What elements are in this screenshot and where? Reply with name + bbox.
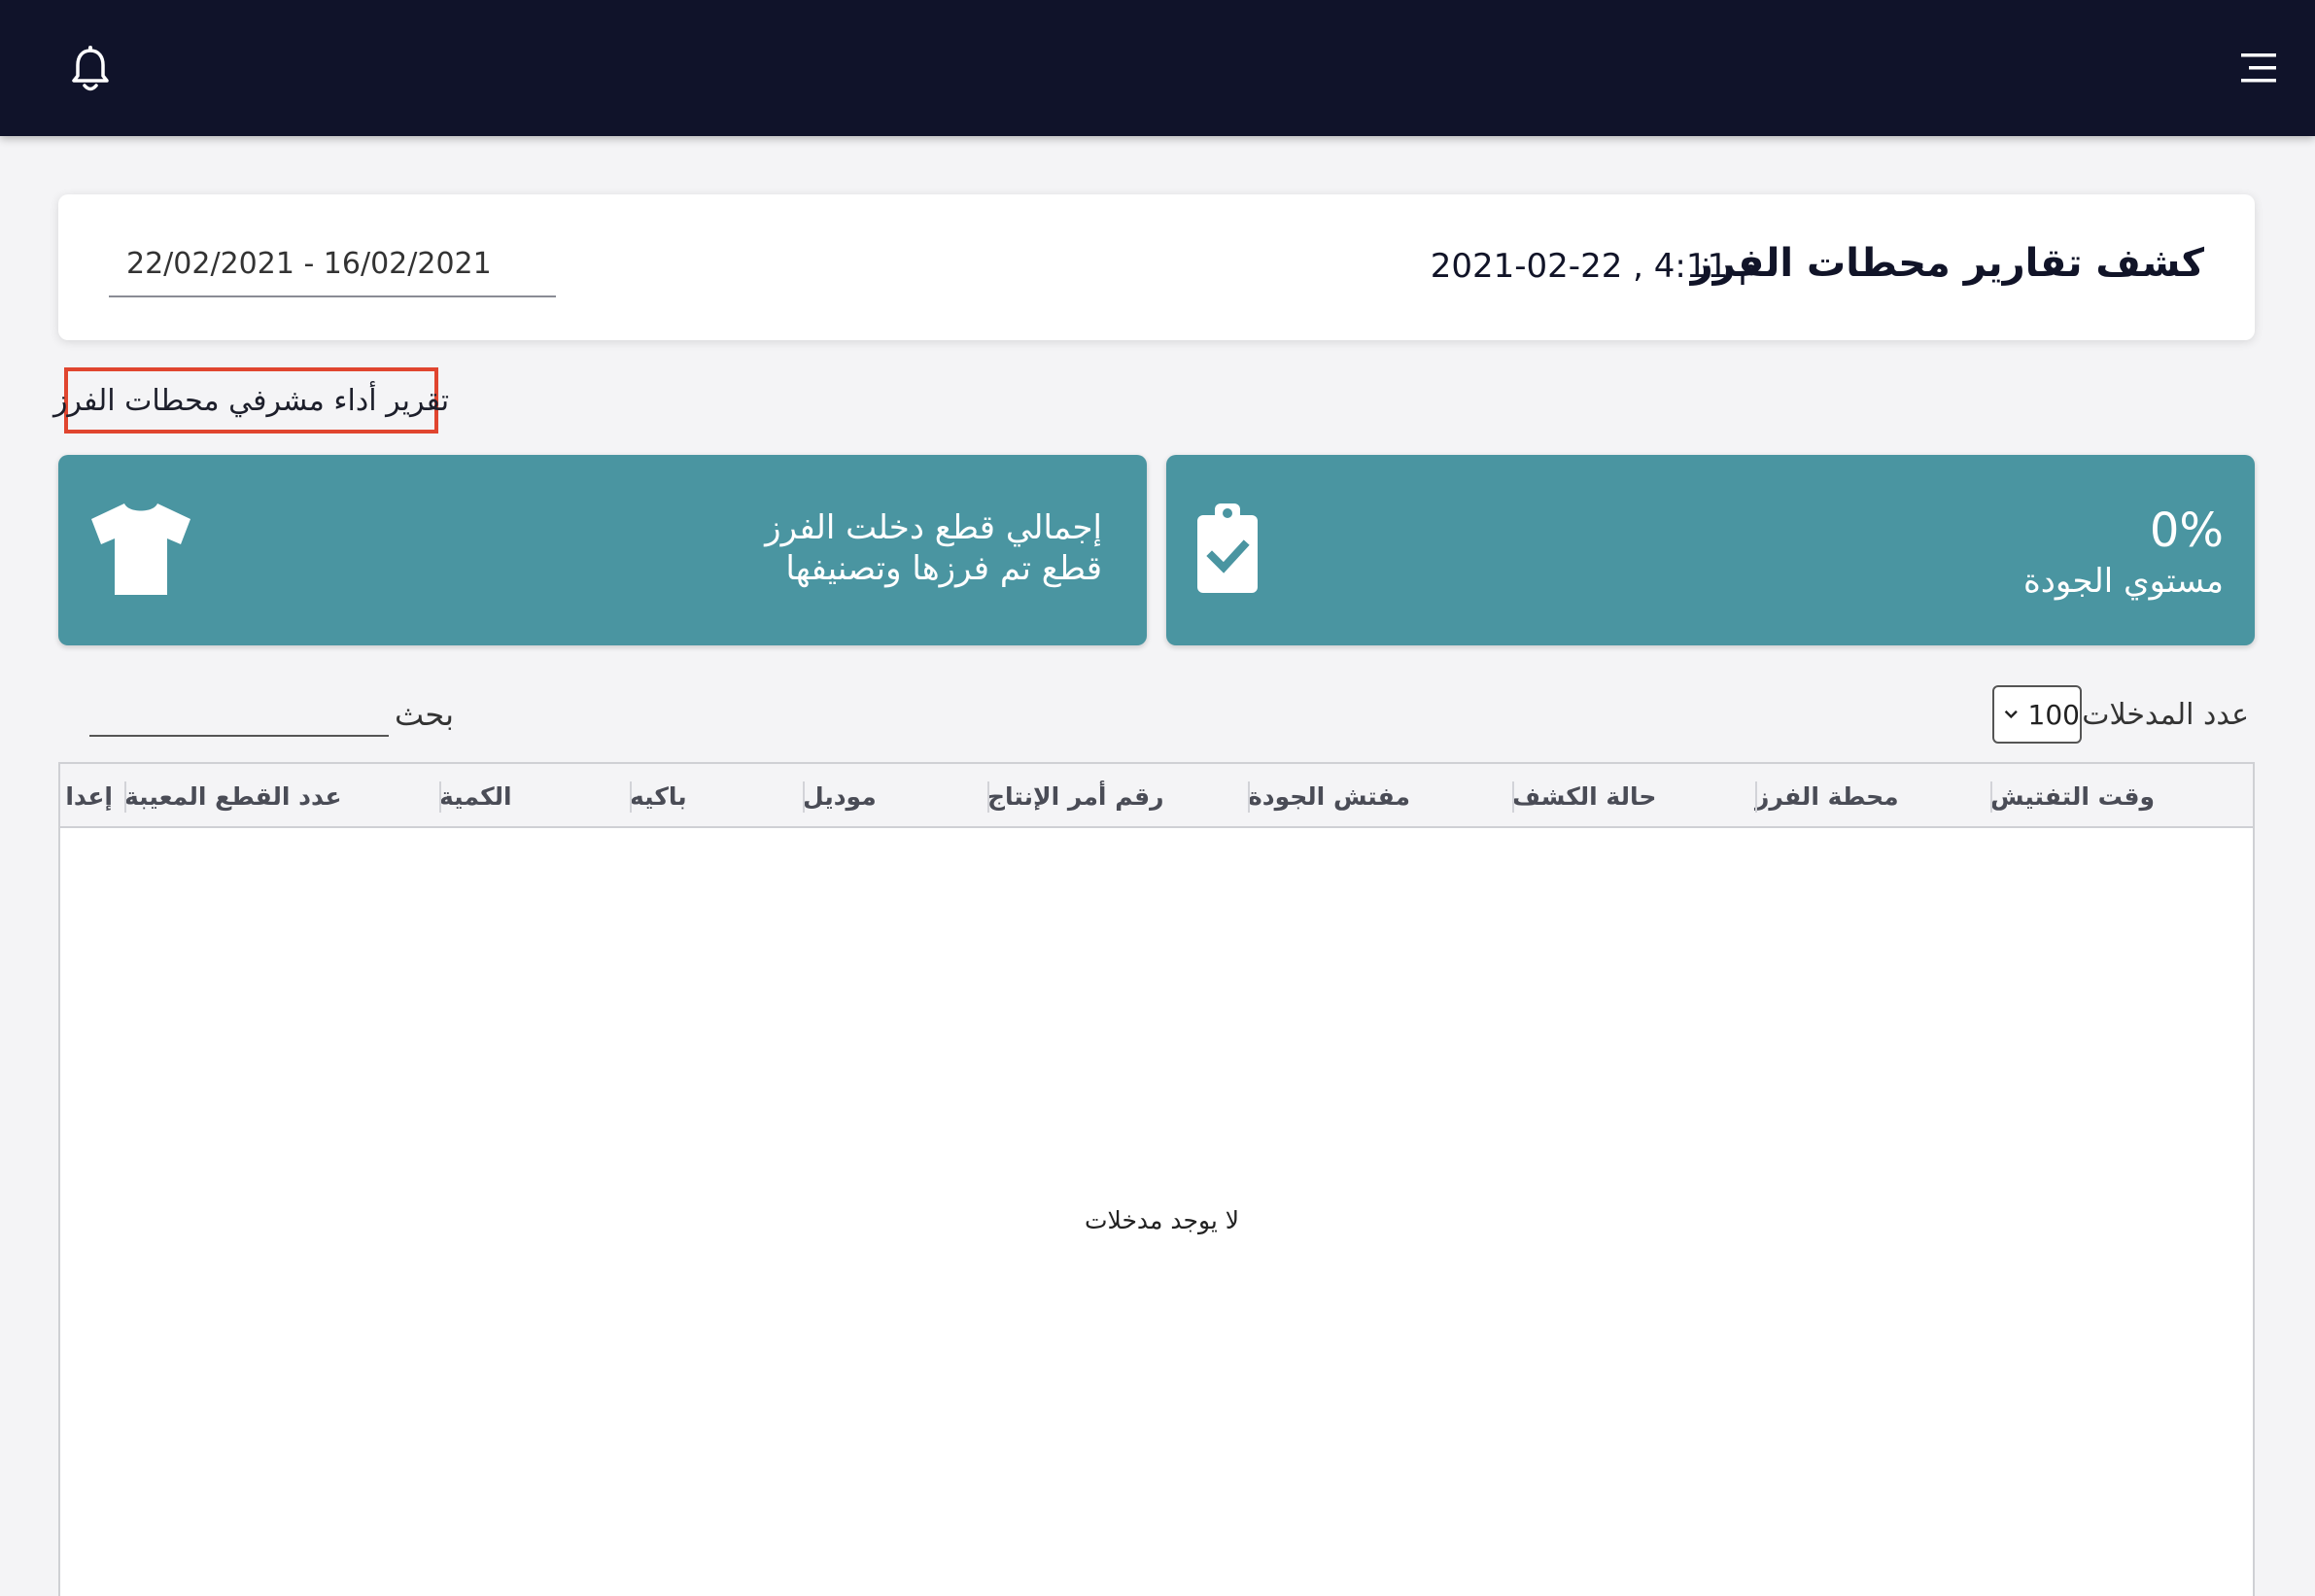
- clipboard-check-icon: [1197, 503, 1258, 593]
- bell-icon[interactable]: [70, 45, 111, 93]
- search-input[interactable]: [89, 692, 389, 737]
- column-model[interactable]: موديل: [803, 764, 987, 828]
- report-header-card: كشف تقارير محطات الفرز 2021-02-22 , 4:11…: [58, 194, 2255, 340]
- column-separator: [803, 781, 805, 813]
- column-separator: [124, 781, 126, 813]
- column-quality-inspector[interactable]: مفتش الجودة: [1248, 764, 1512, 828]
- column-package[interactable]: باكيه: [630, 764, 803, 828]
- column-separator: [1248, 781, 1250, 813]
- entries-count-label: عدد المدخلات: [2082, 698, 2249, 732]
- pieces-label: إجمالي قطع دخلت الفرز قطع تم فرزها وتصني…: [765, 507, 1102, 589]
- search-label: بحث: [395, 696, 454, 733]
- supervisors-performance-report-link[interactable]: تقرير أداء مشرفي محطات الفرز: [53, 367, 449, 434]
- t-shirt-icon: [91, 503, 190, 595]
- column-production-order[interactable]: رقم أمر الإنتاج: [987, 764, 1248, 828]
- column-settings[interactable]: إعدا: [56, 764, 124, 828]
- report-datetime: 2021-02-22 , 4:11 م: [1430, 247, 1759, 286]
- column-separator: [630, 781, 632, 813]
- chevron-down-icon: [2004, 710, 2018, 719]
- pieces-label-line1: إجمالي قطع دخلت الفرز: [765, 508, 1102, 547]
- entries-count-select[interactable]: 100: [1992, 685, 2082, 744]
- column-separator: [1512, 781, 1514, 813]
- column-sorting-station[interactable]: محطة الفرز: [1755, 764, 1990, 828]
- quality-level-card: 0% مستوي الجودة: [1166, 455, 2255, 645]
- entries-count-value: 100: [2027, 698, 2080, 731]
- column-separator: [439, 781, 441, 813]
- top-navbar: [0, 0, 2315, 136]
- table-header-row: وقت التفتيش محطة الفرز حالة الكشف مفتش ا…: [60, 764, 2253, 828]
- column-quantity[interactable]: الكمية: [439, 764, 630, 828]
- date-range-picker[interactable]: 22/02/2021 - 16/02/2021: [109, 245, 556, 297]
- hamburger-menu-icon[interactable]: [2239, 51, 2278, 86]
- column-separator: [1990, 781, 1992, 813]
- column-separator: [987, 781, 989, 813]
- empty-table-message: لا يوجد مدخلات: [1085, 1206, 1240, 1234]
- column-report-status[interactable]: حالة الكشف: [1512, 764, 1755, 828]
- column-separator: [1755, 781, 1757, 813]
- page-title: كشف تقارير محطات الفرز: [1690, 241, 2204, 286]
- quality-value: 0%: [2149, 503, 2224, 558]
- reports-table: وقت التفتيش محطة الفرز حالة الكشف مفتش ا…: [58, 762, 2255, 1596]
- pieces-label-line2: قطع تم فرزها وتصنيفها: [785, 549, 1102, 588]
- total-pieces-card: إجمالي قطع دخلت الفرز قطع تم فرزها وتصني…: [58, 455, 1147, 645]
- quality-label: مستوي الجودة: [2022, 562, 2224, 601]
- column-inspection-time[interactable]: وقت التفتيش: [1990, 764, 2253, 828]
- column-defective-pieces[interactable]: عدد القطع المعيبة: [124, 764, 439, 828]
